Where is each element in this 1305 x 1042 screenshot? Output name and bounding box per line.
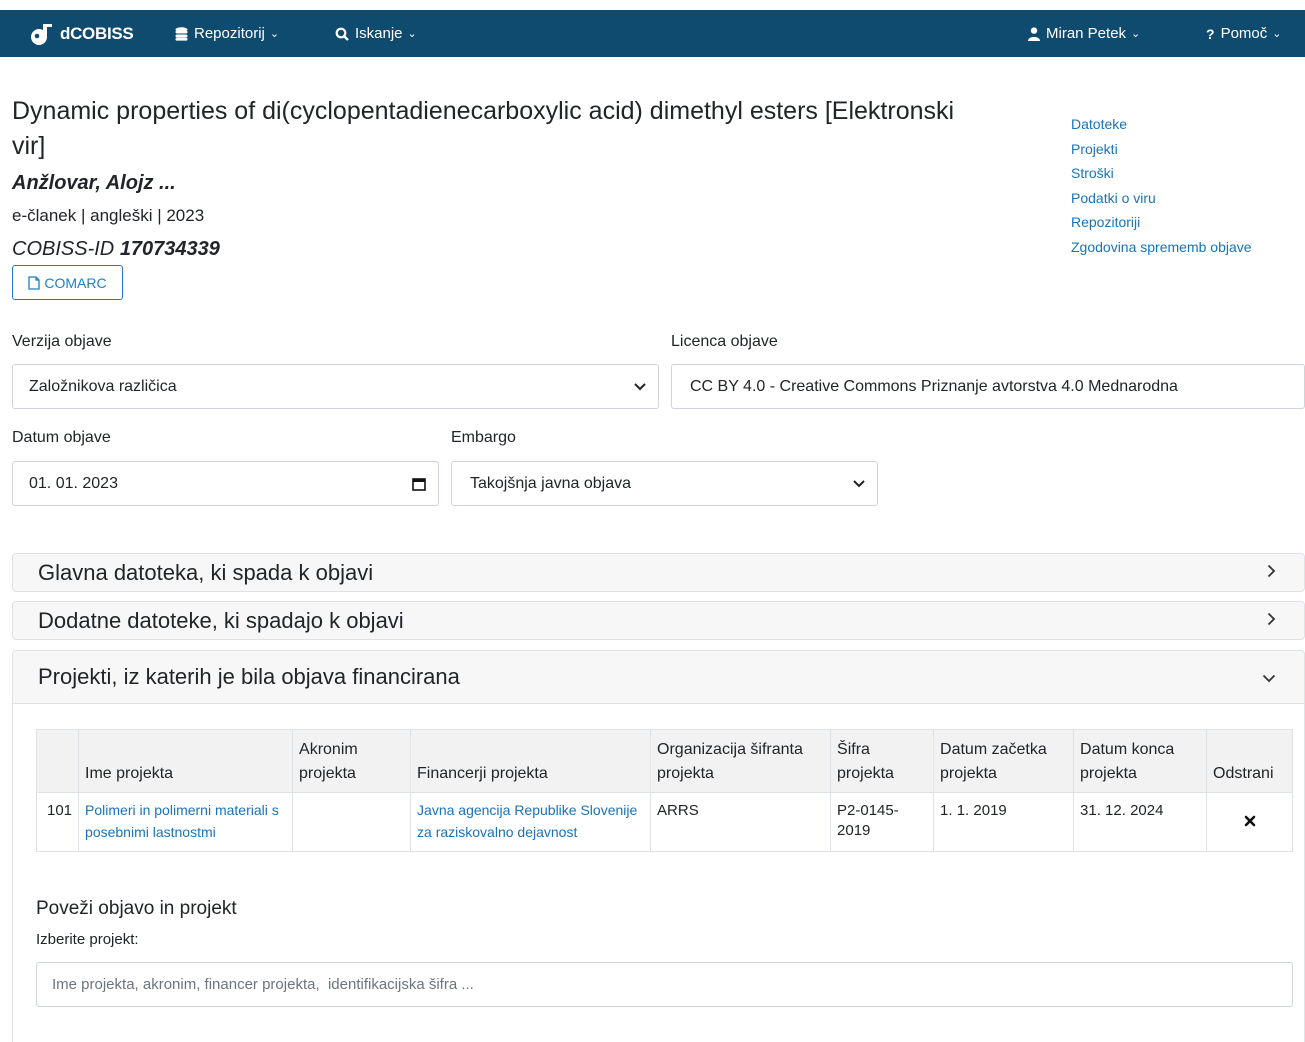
col-funders: Financerji projekta: [410, 729, 652, 793]
question-icon: ?: [1206, 25, 1215, 42]
side-link-projects[interactable]: Projekti: [1071, 137, 1252, 162]
date-label: Datum objave: [12, 429, 111, 446]
accordion-extra-files-title: Dodatne datoteke, ki spadajo k objavi: [38, 607, 404, 633]
accordion-projects[interactable]: Projekti, iz katerih je bila objava fina…: [12, 650, 1305, 704]
chevron-right-icon: [1267, 562, 1276, 583]
license-select-value: CC BY 4.0 - Creative Commons Priznanje a…: [690, 377, 1178, 395]
license-select[interactable]: CC BY 4.0 - Creative Commons Priznanje a…: [671, 364, 1305, 409]
side-navigation: Datoteke Projekti Stroški Podatki o viru…: [1071, 112, 1252, 259]
accordion-projects-title: Projekti, iz katerih je bila objava fina…: [38, 664, 460, 689]
search-menu[interactable]: Iskanje ⌄: [335, 25, 417, 42]
embargo-label: Embargo: [451, 429, 516, 446]
search-icon: [335, 27, 349, 41]
col-project-name: Ime projekta: [78, 729, 294, 793]
link-project-title: Poveži objavo in projekt: [36, 898, 237, 919]
row-number: 101: [35, 792, 80, 852]
embargo-select[interactable]: Takojšnja javna objava: [451, 461, 878, 506]
projects-table: Ime projekta Akronim projekta Financerji…: [35, 729, 1293, 852]
col-organization: Organizacija šifranta projekta: [650, 729, 832, 793]
cobiss-id-prefix: COBISS-ID: [12, 238, 115, 260]
remove-project-button[interactable]: [1206, 792, 1293, 852]
side-link-costs[interactable]: Stroški: [1071, 161, 1252, 186]
side-link-repositories[interactable]: Repozitoriji: [1071, 210, 1252, 235]
side-link-source-data[interactable]: Podatki o viru: [1071, 186, 1252, 211]
link-project-subtitle: Izberite projekt:: [36, 931, 139, 948]
project-funder-link[interactable]: Javna agencija Republike Slovenije za ra…: [410, 792, 652, 852]
side-link-files[interactable]: Datoteke: [1071, 112, 1252, 137]
chevron-down-icon: ⌄: [1272, 28, 1282, 40]
project-organization: ARRS: [650, 792, 832, 852]
help-menu[interactable]: ? Pomoč ⌄: [1206, 25, 1281, 42]
brand-name: dCOBISS: [60, 23, 134, 43]
project-end-date: 31. 12. 2024: [1073, 792, 1208, 852]
project-search-input[interactable]: [36, 962, 1293, 1007]
user-icon: [1028, 26, 1040, 41]
date-input[interactable]: 01. 01. 2023: [12, 461, 439, 506]
search-menu-label: Iskanje: [355, 25, 403, 42]
chevron-right-icon: [1267, 610, 1276, 631]
dcobiss-logo-icon: [31, 23, 52, 45]
record-meta: e-članek | angleški | 2023: [12, 206, 205, 225]
project-acronym: [292, 792, 412, 852]
embargo-select-value: Takojšnja javna objava: [470, 474, 631, 492]
project-name-link[interactable]: Polimeri in polimerni materiali s posebn…: [78, 792, 294, 852]
col-start-date: Datum začetka projekta: [933, 729, 1075, 793]
col-remove: Odstrani: [1206, 729, 1293, 793]
record-author: Anžlovar, Alojz ...: [12, 172, 176, 194]
brand-logo[interactable]: dCOBISS: [28, 21, 134, 47]
version-select[interactable]: Založnikova različica: [12, 364, 659, 409]
chevron-down-icon: ⌄: [269, 28, 280, 40]
table-row: 101 Polimeri in polimerni materiali s po…: [35, 792, 1293, 852]
chevron-down-icon: ⌄: [1131, 28, 1141, 40]
accordion-main-file[interactable]: Glavna datoteka, ki spada k objavi: [12, 553, 1305, 592]
version-select-value: Založnikova različica: [29, 377, 177, 395]
chevron-down-icon: [634, 382, 646, 391]
cobiss-id: COBISS-ID 170734339: [12, 238, 220, 261]
database-icon: [175, 26, 188, 41]
user-menu[interactable]: Miran Petek ⌄: [1028, 25, 1140, 42]
repository-menu[interactable]: Repozitorij ⌄: [175, 25, 279, 42]
chevron-down-icon: [853, 479, 865, 488]
user-menu-label: Miran Petek: [1046, 25, 1127, 42]
side-link-history[interactable]: Zgodovina sprememb objave: [1071, 235, 1252, 260]
col-number: [35, 729, 80, 793]
file-icon: [28, 275, 41, 290]
table-header-row: Ime projekta Akronim projekta Financerji…: [35, 729, 1293, 793]
col-end-date: Datum konca projekta: [1073, 729, 1208, 793]
version-label: Verzija objave: [12, 333, 112, 350]
cobiss-id-value: 170734339: [119, 238, 220, 260]
project-start-date: 1. 1. 2019: [933, 792, 1075, 852]
close-icon: [1244, 815, 1255, 827]
top-navbar: dCOBISS Repozitorij ⌄ Iskanje ⌄ Miran Pe…: [0, 10, 1305, 57]
project-code: P2-0145-2019: [830, 792, 935, 852]
comarc-button-label: COMARC: [44, 274, 107, 291]
calendar-icon[interactable]: [412, 477, 426, 491]
date-input-value: 01. 01. 2023: [29, 474, 118, 492]
repository-menu-label: Repozitorij: [194, 25, 265, 42]
col-acronym: Akronim projekta: [292, 729, 412, 793]
accordion-main-file-title: Glavna datoteka, ki spada k objavi: [38, 559, 374, 585]
chevron-down-icon: [1262, 667, 1276, 688]
license-label: Licenca objave: [671, 333, 778, 350]
chevron-down-icon: ⌄: [407, 28, 417, 40]
comarc-button[interactable]: COMARC: [12, 265, 123, 300]
help-menu-label: Pomoč: [1220, 25, 1268, 42]
col-code: Šifra projekta: [830, 729, 935, 793]
record-title: Dynamic properties of di(cyclopentadiene…: [12, 97, 955, 160]
accordion-extra-files[interactable]: Dodatne datoteke, ki spadajo k objavi: [12, 601, 1305, 640]
